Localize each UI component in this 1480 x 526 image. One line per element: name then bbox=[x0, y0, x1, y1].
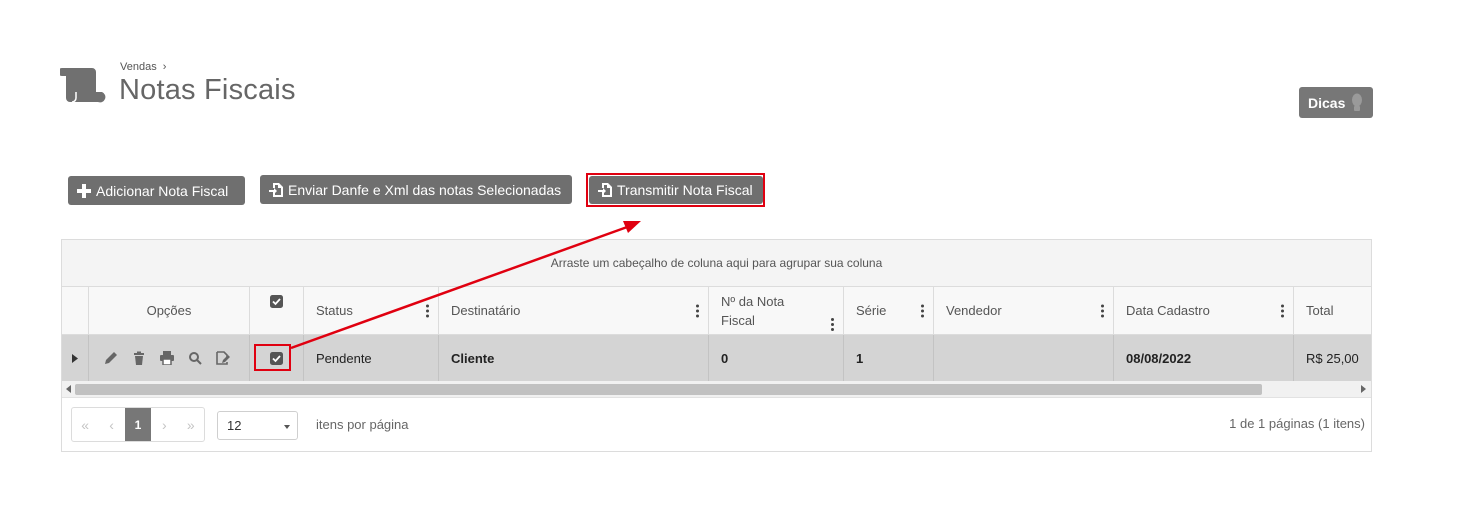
page-size-label: itens por página bbox=[316, 417, 409, 432]
scroll-left-icon[interactable] bbox=[66, 385, 71, 393]
column-menu-icon[interactable] bbox=[1101, 304, 1104, 317]
scroll-icon bbox=[60, 68, 106, 103]
chevron-down-icon bbox=[284, 425, 290, 429]
send-danfe-xml-label: Enviar Danfe e Xml das notas Selecionada… bbox=[288, 181, 562, 198]
transmit-invoice-label: Transmitir Nota Fiscal bbox=[617, 182, 753, 198]
col-vendedor-label: Vendedor bbox=[946, 303, 1002, 318]
col-options-label: Opções bbox=[146, 303, 192, 318]
tips-button-label: Dicas bbox=[1308, 94, 1346, 111]
col-data-label: Data Cadastro bbox=[1126, 303, 1210, 318]
file-export-icon bbox=[269, 182, 283, 197]
column-menu-icon[interactable] bbox=[921, 304, 924, 317]
grid-header-row: Opções Status Destinatário Nº da Nota Fi… bbox=[62, 287, 1371, 335]
file-edit-icon[interactable] bbox=[216, 351, 230, 365]
add-invoice-label: Adicionar Nota Fiscal bbox=[96, 182, 229, 199]
prev-page-button[interactable]: ‹ bbox=[98, 408, 124, 441]
numero-value: 0 bbox=[721, 350, 729, 366]
cell-status: Pendente bbox=[304, 335, 439, 381]
col-numero-label-line1: Nº da Nota bbox=[721, 293, 785, 309]
col-options-header: Opções bbox=[89, 287, 250, 334]
checkbox-highlight-box bbox=[254, 344, 291, 371]
column-menu-icon[interactable] bbox=[426, 304, 429, 317]
col-vendedor-header[interactable]: Vendedor bbox=[934, 287, 1114, 334]
cell-numero: 0 bbox=[709, 335, 844, 381]
expand-arrow-icon[interactable] bbox=[72, 353, 78, 363]
breadcrumb: Vendas › bbox=[120, 61, 166, 73]
page-info: 1 de 1 páginas (1 itens) bbox=[1229, 416, 1365, 431]
horizontal-scrollbar[interactable] bbox=[62, 381, 1371, 398]
cell-serie: 1 bbox=[844, 335, 934, 381]
transmit-invoice-button[interactable]: Transmitir Nota Fiscal bbox=[589, 176, 763, 204]
data-cadastro-value: 08/08/2022 bbox=[1126, 350, 1192, 366]
column-menu-icon[interactable] bbox=[831, 318, 834, 331]
lightbulb-icon bbox=[1352, 93, 1363, 111]
page-size-value: 12 bbox=[227, 418, 242, 433]
pagination: « ‹ 1 › » bbox=[71, 407, 205, 442]
col-serie-header[interactable]: Série bbox=[844, 287, 934, 334]
file-export-icon bbox=[598, 183, 612, 197]
select-all-checkbox-icon[interactable] bbox=[270, 295, 283, 308]
col-numero-header[interactable]: Nº da Nota Fiscal bbox=[709, 287, 844, 334]
page-1-button[interactable]: 1 bbox=[124, 408, 152, 441]
col-data-header[interactable]: Data Cadastro bbox=[1114, 287, 1294, 334]
total-value: R$ 25,00 bbox=[1306, 350, 1359, 366]
send-danfe-xml-button[interactable]: Enviar Danfe e Xml das notas Selecionada… bbox=[260, 175, 572, 204]
column-menu-icon[interactable] bbox=[696, 304, 699, 317]
col-total-label: Total bbox=[1306, 303, 1334, 318]
col-destinatario-label: Destinatário bbox=[451, 303, 521, 318]
breadcrumb-separator: › bbox=[162, 61, 167, 73]
next-page-button[interactable]: › bbox=[151, 408, 177, 441]
destinatario-value: Cliente bbox=[451, 350, 495, 366]
add-invoice-button[interactable]: Adicionar Nota Fiscal bbox=[68, 176, 245, 205]
col-expand-header bbox=[62, 287, 89, 334]
group-hint: Arraste um cabeçalho de coluna aqui para… bbox=[550, 256, 883, 270]
row-expand-cell[interactable] bbox=[62, 335, 89, 381]
serie-value: 1 bbox=[856, 350, 864, 366]
edit-icon[interactable] bbox=[104, 351, 118, 365]
cell-destinatario: Cliente bbox=[439, 335, 709, 381]
first-page-button[interactable]: « bbox=[72, 408, 98, 441]
status-value: Pendente bbox=[316, 350, 372, 366]
page-title: Notas Fiscais bbox=[119, 74, 296, 106]
breadcrumb-vendas[interactable]: Vendas bbox=[120, 61, 157, 73]
print-icon[interactable] bbox=[160, 351, 174, 365]
group-by-area[interactable]: Arraste um cabeçalho de coluna aqui para… bbox=[62, 240, 1371, 287]
cell-total: R$ 25,00 bbox=[1294, 335, 1371, 381]
col-status-label: Status bbox=[316, 303, 353, 318]
col-numero-label-line2: Fiscal bbox=[721, 312, 755, 328]
plus-icon bbox=[77, 183, 91, 198]
trash-icon[interactable] bbox=[132, 351, 146, 365]
cell-data-cadastro: 08/08/2022 bbox=[1114, 335, 1294, 381]
scroll-thumb[interactable] bbox=[75, 384, 1262, 395]
last-page-button[interactable]: » bbox=[178, 408, 204, 441]
page-size-select[interactable]: 12 bbox=[217, 411, 298, 440]
col-destinatario-header[interactable]: Destinatário bbox=[439, 287, 709, 334]
cell-vendedor bbox=[934, 335, 1114, 381]
search-icon[interactable] bbox=[188, 351, 202, 365]
col-total-header[interactable]: Total bbox=[1294, 287, 1371, 334]
column-menu-icon[interactable] bbox=[1281, 304, 1284, 317]
tips-button[interactable]: Dicas bbox=[1299, 87, 1373, 118]
row-actions-cell bbox=[89, 335, 250, 381]
col-serie-label: Série bbox=[856, 303, 887, 318]
col-select-header[interactable] bbox=[250, 287, 304, 334]
scroll-right-icon[interactable] bbox=[1361, 385, 1366, 393]
col-status-header[interactable]: Status bbox=[304, 287, 439, 334]
